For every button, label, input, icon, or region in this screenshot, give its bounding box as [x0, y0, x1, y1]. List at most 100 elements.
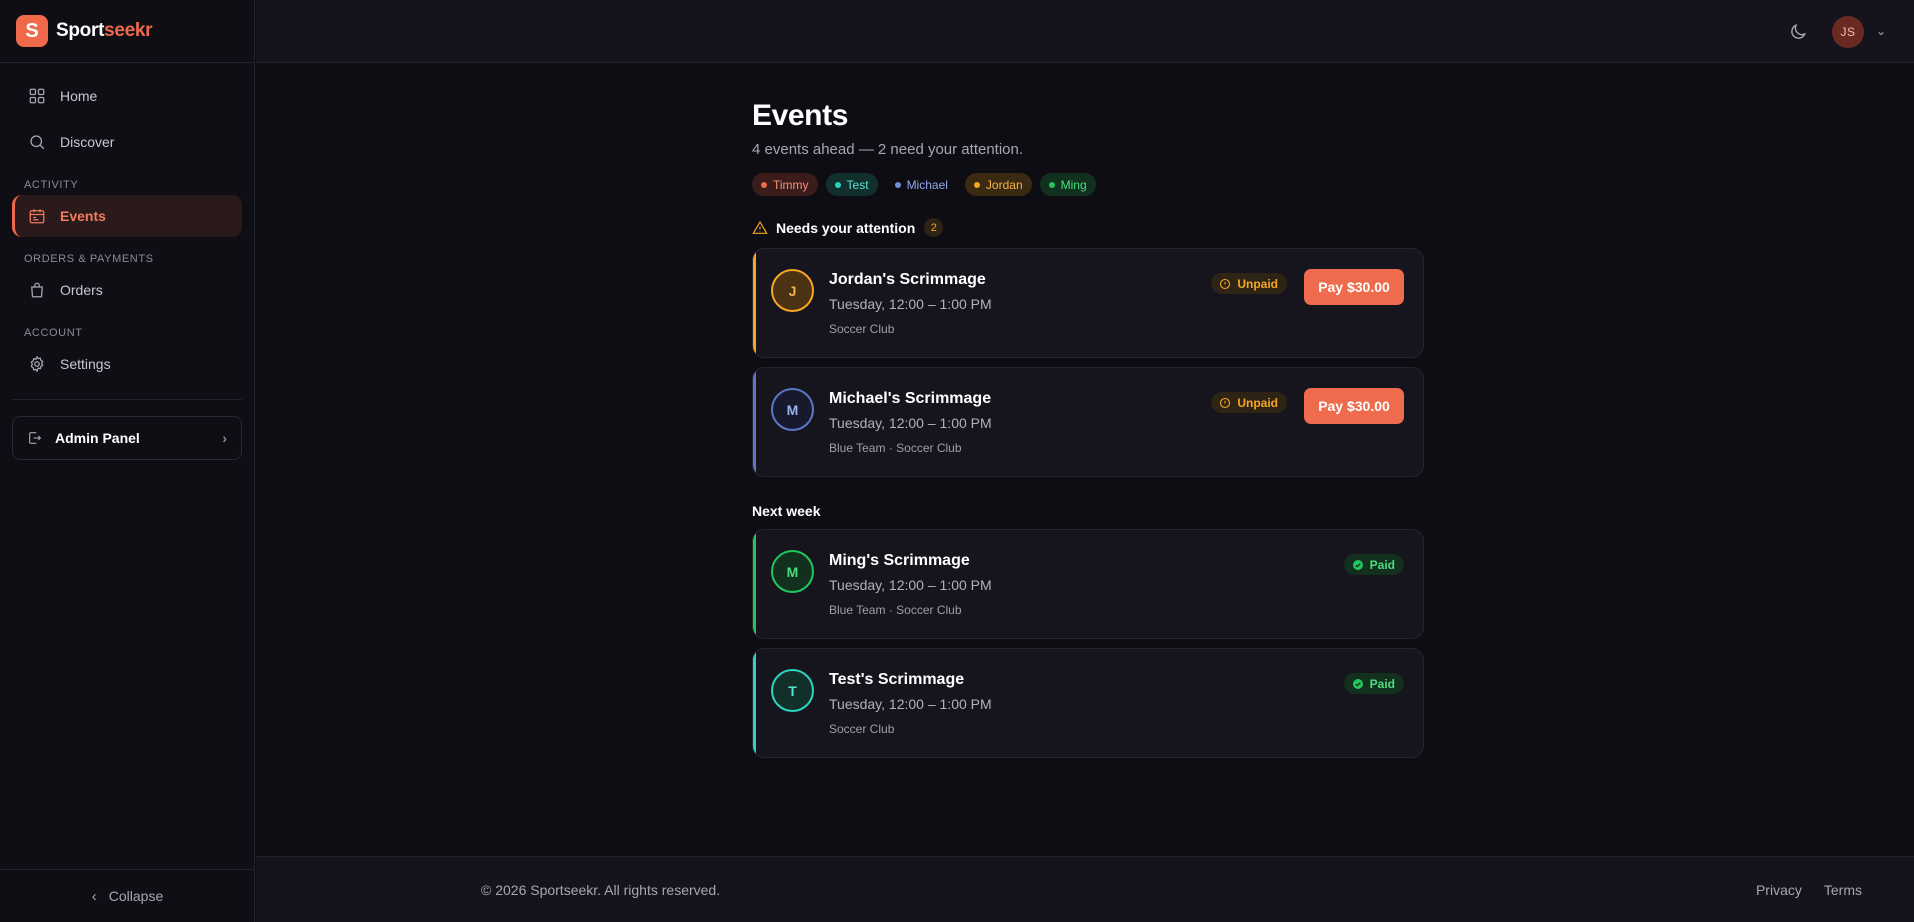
event-card-ming[interactable]: M Ming's Scrimmage Tuesday, 12:00 – 1:00…: [752, 529, 1424, 639]
event-time: Tuesday, 12:00 – 1:00 PM: [829, 296, 992, 312]
avatar: M: [771, 550, 814, 593]
color-dot: [761, 181, 767, 188]
status-label: Unpaid: [1237, 276, 1278, 291]
page-subtitle: 4 events ahead — 2 need your attention.: [752, 141, 1024, 158]
alert-circle-icon: [1220, 278, 1231, 289]
copyright-text: © 2026 Sportseekr. All rights reserved.: [481, 882, 721, 898]
brand-name-part1: Sport: [56, 20, 105, 41]
accent-bar: [753, 649, 756, 757]
accent-bar: [753, 530, 756, 638]
event-team: Soccer Club: [829, 722, 895, 736]
gear-icon: [30, 355, 44, 373]
event-team: Blue Team · Soccer Club: [829, 603, 962, 617]
event-team: Blue Team · Soccer Club: [829, 441, 962, 455]
filter-chip-michael[interactable]: Michael: [886, 173, 957, 196]
filter-chip-jordan[interactable]: Jordan: [964, 173, 1032, 196]
collapse-label: Collapse: [108, 888, 164, 904]
section-label-account: ACCOUNT: [24, 327, 83, 339]
sidebar-item-events[interactable]: Events: [12, 195, 242, 237]
sidebar: S Sportseekr Home Discover ACTIVITY Even…: [0, 0, 255, 922]
event-time: Tuesday, 12:00 – 1:00 PM: [829, 415, 992, 431]
filter-chip-test[interactable]: Test: [825, 173, 878, 196]
event-title: Ming's Scrimmage: [829, 552, 970, 569]
privacy-link[interactable]: Privacy: [1756, 882, 1802, 898]
accent-bar: [753, 249, 756, 357]
admin-panel-label: Admin Panel: [55, 430, 140, 446]
brand-name-part2: seekr: [104, 20, 153, 41]
event-title: Michael's Scrimmage: [829, 390, 992, 407]
bag-icon: [31, 282, 43, 298]
section-label-activity: ACTIVITY: [24, 179, 79, 191]
exit-icon: [29, 432, 42, 444]
brand-name: Sportseekr: [56, 20, 153, 42]
avatar: J: [771, 269, 814, 312]
sidebar-item-home[interactable]: Home: [12, 75, 242, 117]
collapse-button[interactable]: ‹ Collapse: [0, 869, 255, 922]
member-filters: Timmy Test Michael Jordan Ming: [752, 173, 1424, 196]
section-label-orders: ORDERS & PAYMENTS: [24, 253, 154, 265]
status-badge: Unpaid: [1211, 392, 1287, 413]
alert-circle-icon: [1220, 397, 1231, 408]
nav-divider: [12, 399, 242, 400]
check-circle-icon: [1352, 559, 1363, 570]
sidebar-item-label: Settings: [60, 356, 111, 372]
footer: © 2026 Sportseekr. All rights reserved. …: [256, 856, 1914, 922]
color-dot: [973, 181, 980, 188]
filter-chip-timmy[interactable]: Timmy: [752, 173, 818, 196]
chevron-left-icon: ‹: [91, 887, 97, 905]
sidebar-item-label: Events: [60, 208, 106, 224]
event-title: Jordan's Scrimmage: [829, 271, 986, 288]
chevron-right-icon: ›: [222, 430, 227, 446]
page-title: Events: [752, 99, 848, 132]
sidebar-item-label: Home: [60, 88, 98, 104]
chip-label: Ming: [1060, 177, 1087, 192]
user-avatar[interactable]: JS: [1832, 16, 1864, 48]
accent-bar: [753, 368, 756, 476]
pay-button[interactable]: Pay $30.00: [1304, 269, 1404, 305]
brand-logo: S: [16, 15, 48, 47]
status-label: Paid: [1369, 557, 1395, 572]
grid-icon: [29, 88, 45, 104]
color-dot: [834, 181, 841, 188]
status-badge: Paid: [1343, 673, 1404, 694]
event-card-test[interactable]: T Test's Scrimmage Tuesday, 12:00 – 1:00…: [752, 648, 1424, 758]
attention-count-badge: 2: [924, 218, 944, 237]
check-circle-icon: [1352, 678, 1363, 689]
filter-chip-ming[interactable]: Ming: [1039, 173, 1096, 196]
sidebar-item-label: Discover: [60, 134, 115, 150]
attention-heading: Needs your attention 2: [752, 218, 1424, 237]
chip-label: Michael: [906, 177, 948, 192]
event-time: Tuesday, 12:00 – 1:00 PM: [829, 696, 992, 712]
color-dot: [1048, 181, 1055, 188]
status-label: Paid: [1369, 676, 1395, 691]
status-badge: Paid: [1343, 554, 1404, 575]
avatar: T: [771, 669, 814, 712]
event-title: Test's Scrimmage: [829, 671, 965, 688]
status-badge: Unpaid: [1211, 273, 1287, 294]
event-card-jordan[interactable]: J Jordan's Scrimmage Tuesday, 12:00 – 1:…: [752, 248, 1424, 358]
footer-links: Privacy Terms: [1756, 882, 1862, 898]
next-week-heading: Next week: [752, 503, 821, 519]
calendar-icon: [29, 209, 45, 224]
sidebar-item-settings[interactable]: Settings: [12, 343, 242, 385]
main-content: Events 4 events ahead — 2 need your atte…: [752, 63, 1424, 758]
theme-toggle-button[interactable]: [1788, 22, 1808, 42]
chip-label: Jordan: [985, 177, 1023, 192]
pay-button[interactable]: Pay $30.00: [1304, 388, 1404, 424]
chevron-down-icon[interactable]: ⌄: [1876, 24, 1886, 38]
topbar: JS ⌄: [256, 0, 1914, 63]
sidebar-item-orders[interactable]: Orders: [12, 269, 242, 311]
event-card-michael[interactable]: M Michael's Scrimmage Tuesday, 12:00 – 1…: [752, 367, 1424, 477]
admin-panel-button[interactable]: Admin Panel ›: [12, 416, 242, 460]
warning-icon: [752, 220, 768, 234]
color-dot: [894, 181, 901, 188]
attention-heading-label: Needs your attention: [776, 219, 916, 236]
sidebar-item-discover[interactable]: Discover: [12, 121, 242, 163]
chip-label: Test: [846, 177, 869, 192]
terms-link[interactable]: Terms: [1824, 882, 1862, 898]
brand[interactable]: S Sportseekr: [0, 0, 254, 63]
avatar: M: [771, 388, 814, 431]
chip-label: Timmy: [773, 177, 809, 192]
event-team: Soccer Club: [829, 322, 895, 336]
sidebar-nav: Home Discover ACTIVITY Events ORDERS & P…: [0, 63, 254, 468]
